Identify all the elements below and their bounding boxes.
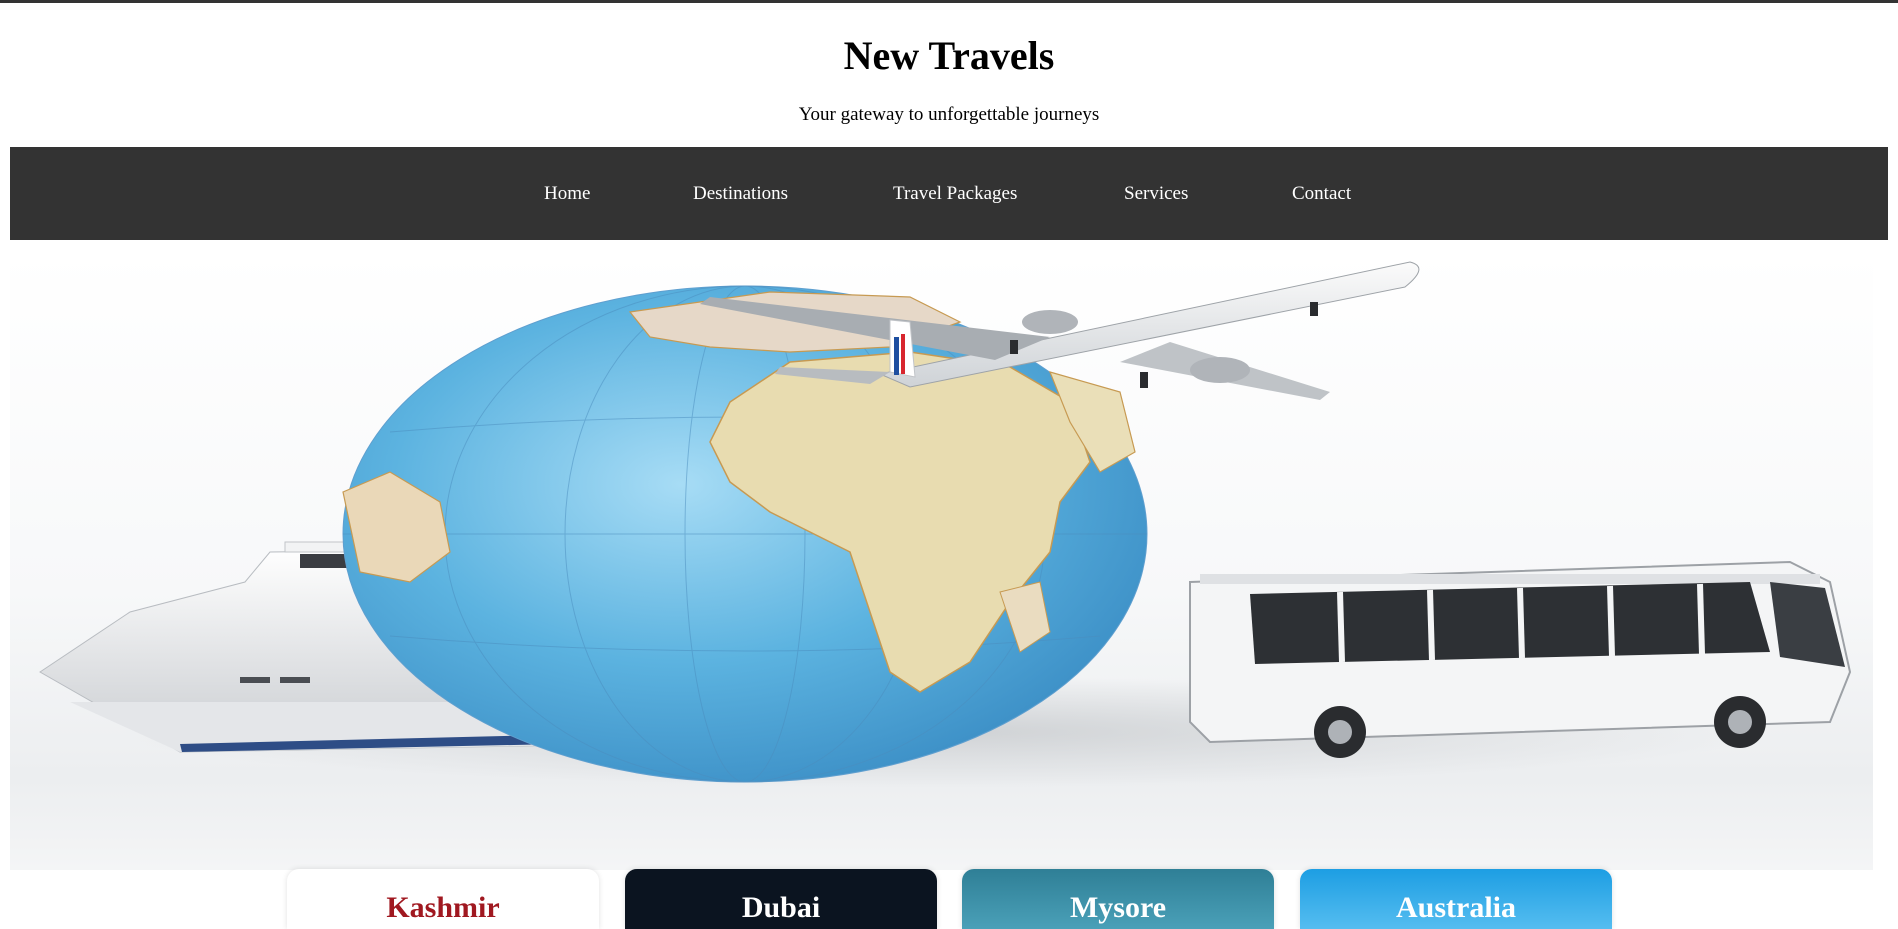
- destination-card-title: Mysore: [1069, 891, 1167, 924]
- destination-card-mysore[interactable]: Mysore: [962, 869, 1274, 929]
- destination-cards: Kashmir Dubai Mysore Australia: [0, 869, 1898, 929]
- nav-contact-link[interactable]: Contact: [1292, 147, 1351, 240]
- nav-home-link[interactable]: Home: [544, 147, 590, 240]
- destination-card-kashmir[interactable]: Kashmir: [287, 869, 599, 929]
- coach-bus: [1189, 560, 1852, 758]
- travel-globe-illustration: [39, 261, 1852, 787]
- nav-services-link[interactable]: Services: [1124, 147, 1188, 240]
- main-nav: Home Destinations Travel Packages Servic…: [10, 147, 1888, 240]
- hero-image: [10, 252, 1873, 870]
- nav-destinations-link[interactable]: Destinations: [693, 147, 788, 240]
- destination-card-dubai[interactable]: Dubai: [625, 869, 937, 929]
- destination-card-title: Dubai: [741, 891, 821, 924]
- destination-card-title: Australia: [1396, 891, 1516, 924]
- site-header: New Travels Your gateway to unforgettabl…: [0, 3, 1898, 147]
- destination-card-australia[interactable]: Australia: [1300, 869, 1612, 929]
- nav-travel-packages-link[interactable]: Travel Packages: [893, 147, 1017, 240]
- site-tagline: Your gateway to unforgettable journeys: [798, 104, 1100, 125]
- destination-card-title: Kashmir: [386, 891, 500, 924]
- site-title: New Travels: [843, 33, 1055, 78]
